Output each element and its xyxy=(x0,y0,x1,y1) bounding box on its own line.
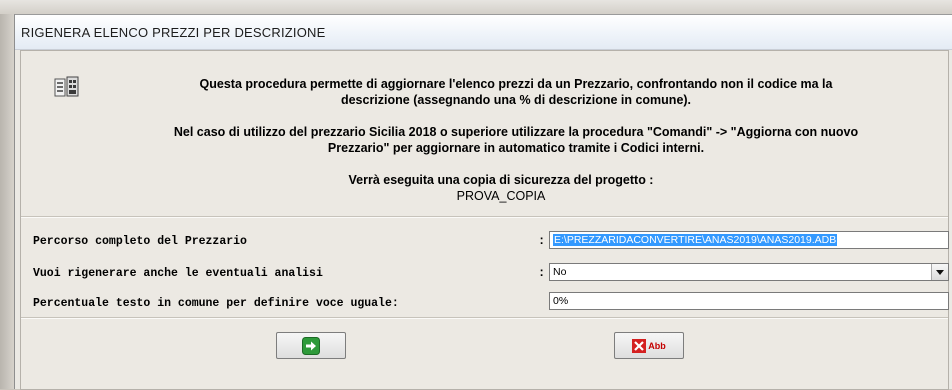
background-window-strip xyxy=(0,0,952,14)
dialog-titlebar[interactable]: RIGENERA ELENCO PREZZI PER DESCRIZIONE xyxy=(15,15,952,50)
cancel-button[interactable]: Abb xyxy=(614,332,684,359)
percent-match-input[interactable]: 0% xyxy=(549,292,949,310)
dropdown-button[interactable] xyxy=(931,264,948,280)
intro-text: Questa procedura permette di aggiornare … xyxy=(91,76,941,108)
price-list-path-label: Percorso completo del Prezzario xyxy=(33,235,247,248)
intro-line-2: descrizione (assegnando una % di descriz… xyxy=(340,93,692,107)
cancel-label: Abb xyxy=(648,340,666,351)
backup-info: Verrà eseguita una copia di sicurezza de… xyxy=(251,172,751,204)
sicilia-note: Nel caso di utilizzo del prezzario Sicil… xyxy=(81,124,951,156)
background-text xyxy=(480,1,483,11)
price-list-path-input[interactable]: E:\PREZZARIDACONVERTIRE\ANAS2019\ANAS201… xyxy=(549,231,949,249)
separator-bottom xyxy=(21,317,948,319)
colon-separator: : xyxy=(538,266,546,280)
dialog-title: RIGENERA ELENCO PREZZI PER DESCRIZIONE xyxy=(21,25,326,40)
sicilia-note-line-2: Prezzario" per aggiornare in automatico … xyxy=(327,141,705,155)
backup-label: Verrà eseguita una copia di sicurezza de… xyxy=(348,173,654,187)
red-x-icon xyxy=(632,338,647,353)
intro-line-1: Questa procedura permette di aggiornare … xyxy=(199,77,833,91)
price-list-path-value: E:\PREZZARIDACONVERTIRE\ANAS2019\ANAS201… xyxy=(553,234,838,246)
green-arrow-icon xyxy=(302,336,320,355)
colon-separator: : xyxy=(538,234,546,248)
procedure-icon xyxy=(54,76,79,97)
regenerate-analysis-label: Vuoi rigenerare anche le eventuali anali… xyxy=(33,267,323,280)
regenerate-analysis-select[interactable]: No xyxy=(549,263,949,281)
chevron-down-icon xyxy=(936,269,944,275)
backup-project-name: PROVA_COPIA xyxy=(456,189,546,203)
background-window-edge xyxy=(0,14,14,389)
sicilia-note-line-1: Nel caso di utilizzo del prezzario Sicil… xyxy=(173,125,859,139)
dialog-body: Questa procedura permette di aggiornare … xyxy=(20,50,949,390)
regenerate-prices-dialog: RIGENERA ELENCO PREZZI PER DESCRIZIONE Q… xyxy=(14,14,952,390)
percent-match-label: Percentuale testo in comune per definire… xyxy=(33,297,399,310)
confirm-button[interactable] xyxy=(276,332,346,359)
percent-match-value: 0% xyxy=(553,295,569,307)
regenerate-analysis-value: No xyxy=(553,266,567,278)
separator-top xyxy=(21,216,948,218)
